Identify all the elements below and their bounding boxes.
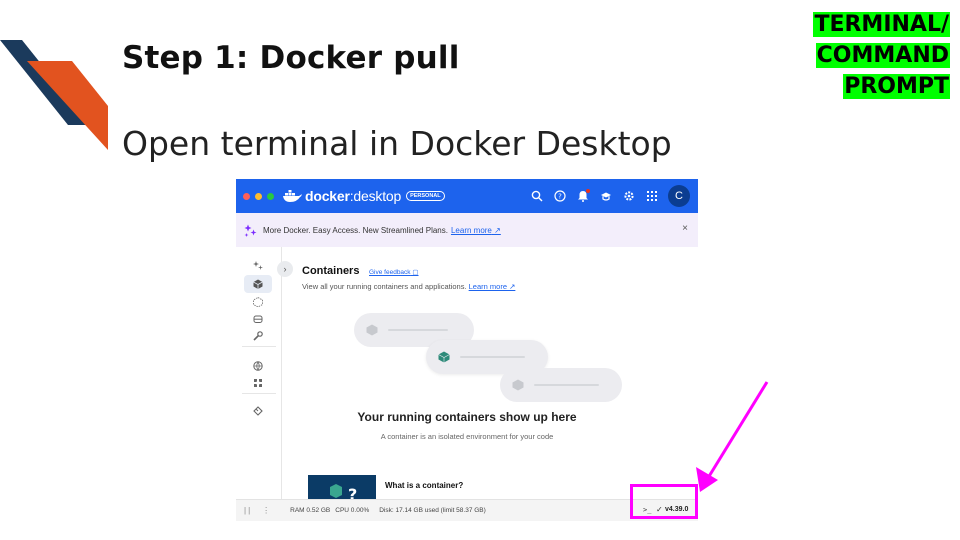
placeholder-line	[388, 329, 448, 331]
plan-badge: PERSONAL	[406, 191, 445, 201]
card-title[interactable]: What is a container?	[385, 481, 463, 490]
promo-banner: More Docker. Easy Access. New Streamline…	[236, 213, 698, 247]
user-avatar[interactable]: C	[668, 185, 690, 207]
toolbar-icons: ? C	[530, 179, 690, 213]
more-options-icon[interactable]: ⋮	[262, 506, 270, 515]
sidebar-item-scout[interactable]	[244, 374, 272, 392]
docker-whale-icon	[283, 190, 302, 202]
cpu-usage: CPU 0.00%	[335, 507, 370, 514]
placeholder-line	[460, 356, 525, 358]
banner-message: More Docker. Easy Access. New Streamline…	[263, 225, 448, 235]
illustration-pill	[500, 368, 622, 402]
page-description-text: View all your running containers and app…	[302, 282, 467, 291]
give-feedback-link[interactable]: Give feedback ▢	[369, 268, 419, 276]
globe-icon	[253, 361, 263, 371]
banner-close-icon[interactable]: ×	[682, 223, 688, 234]
sidebar-item-builds[interactable]	[244, 327, 272, 345]
empty-state-description: A container is an isolated environment f…	[380, 432, 554, 441]
title-bar: docker:desktop PERSONAL ? C	[236, 179, 698, 213]
tag-line: COMMAND	[815, 43, 950, 68]
brand-bold: docker	[305, 188, 350, 204]
brand-light: :desktop	[349, 188, 402, 204]
slide-subtitle: Open terminal in Docker Desktop	[122, 124, 672, 163]
svg-text:?: ?	[558, 193, 562, 201]
card-thumbnail[interactable]: ?	[308, 475, 376, 501]
status-bar: || ⋮ RAM 0.52 GB CPU 0.00% Disk: 17.14 G…	[236, 499, 698, 521]
page-description: View all your running containers and app…	[302, 282, 515, 291]
container-cube-icon	[366, 324, 378, 336]
wrench-icon	[253, 331, 263, 341]
ram-usage: RAM 0.52 GB	[290, 507, 331, 514]
sidebar	[236, 247, 282, 499]
learn-more-link[interactable]: Learn more ↗	[469, 282, 516, 291]
container-cube-icon	[438, 351, 450, 363]
window-controls	[243, 192, 274, 200]
maximize-window-button[interactable]	[267, 192, 274, 200]
learning-center-icon[interactable]	[599, 190, 612, 203]
container-cube-icon	[512, 379, 524, 391]
sparkle-icon	[253, 261, 263, 270]
terminal-tag: TERMINAL/ COMMAND PROMPT	[805, 10, 950, 103]
banner-learn-more-link[interactable]: Learn more ↗	[451, 226, 501, 235]
expand-sidebar-button[interactable]: ›	[277, 261, 293, 277]
notifications-bell-icon[interactable]	[576, 188, 590, 203]
sidebar-divider	[242, 346, 276, 347]
terminal-highlight-box	[630, 484, 698, 519]
slide-title: Step 1: Docker pull	[122, 40, 460, 76]
container-cube-icon	[253, 279, 263, 289]
placeholder-line	[534, 384, 599, 386]
sidebar-item-images[interactable]	[244, 293, 272, 311]
notification-dot	[586, 188, 590, 193]
tag-line: PROMPT	[843, 74, 950, 99]
docker-desktop-window: docker:desktop PERSONAL ? C More Docker.…	[236, 179, 698, 521]
sidebar-item-containers[interactable]	[244, 275, 272, 293]
volume-disk-icon	[253, 315, 263, 323]
minimize-window-button[interactable]	[255, 192, 262, 200]
sidebar-item-ask-gordon[interactable]	[244, 257, 272, 275]
docker-desktop-logo: docker:desktop	[305, 188, 401, 204]
sidebar-divider	[242, 393, 276, 394]
sparkle-icon	[244, 224, 257, 237]
search-icon[interactable]	[530, 190, 543, 203]
apps-grid-icon[interactable]	[645, 190, 658, 203]
disk-usage: Disk: 17.14 GB used (limit 58.37 GB)	[379, 507, 486, 514]
images-icon	[253, 297, 263, 307]
scout-icon	[254, 379, 262, 387]
sidebar-item-docker-hub[interactable]	[244, 357, 272, 375]
corner-decoration	[0, 40, 108, 150]
empty-state-title: Your running containers show up here	[357, 410, 577, 424]
help-icon[interactable]: ?	[553, 190, 566, 203]
tag-line: TERMINAL/	[813, 12, 950, 37]
resize-handle-icon[interactable]: ||	[244, 506, 252, 515]
container-question-illustration: ?	[330, 484, 357, 501]
sidebar-item-volumes[interactable]	[244, 310, 272, 328]
page-title: Containers	[302, 265, 360, 277]
close-window-button[interactable]	[243, 192, 250, 200]
settings-gear-icon[interactable]	[622, 190, 635, 203]
